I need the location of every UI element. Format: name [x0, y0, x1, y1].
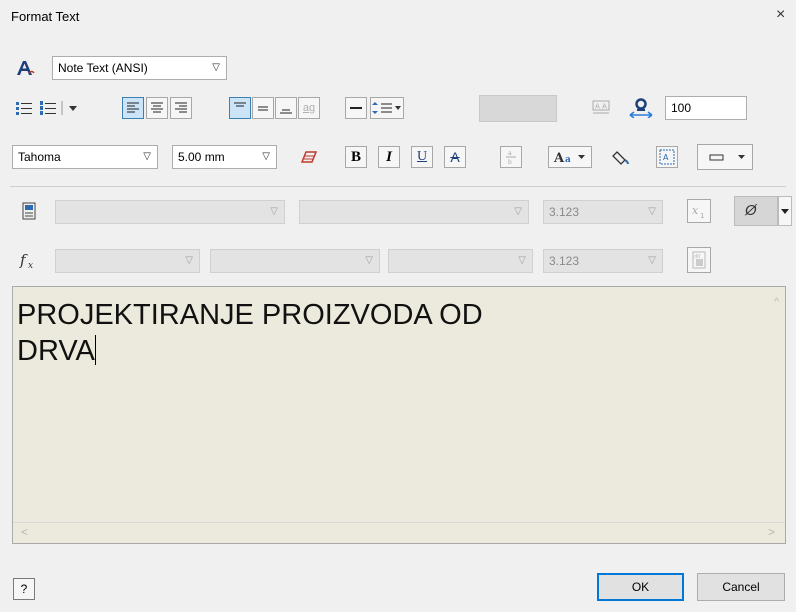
bullet-list-icon[interactable] — [13, 97, 35, 119]
function-select-1[interactable]: ▽ — [55, 249, 200, 273]
font-select[interactable]: Tahoma ▽ — [12, 145, 158, 169]
separator — [10, 186, 786, 187]
svg-text:a: a — [565, 155, 571, 165]
chevron-down-icon: ▽ — [262, 151, 270, 162]
editor-text[interactable]: PROJEKTIRANJE PROIZVODA OD DRVA — [17, 297, 483, 369]
stack-button[interactable]: ag — [298, 97, 320, 119]
chevron-down-icon: ▽ — [648, 206, 656, 217]
function-select-2[interactable]: ▽ — [210, 249, 380, 273]
svg-text:b: b — [508, 159, 512, 165]
align-right-button[interactable] — [170, 97, 192, 119]
svg-text:A: A — [553, 151, 565, 165]
text-style-select[interactable]: Note Text (ANSI) ▽ — [52, 56, 227, 80]
font-size-select[interactable]: 5.00 mm ▽ — [172, 145, 277, 169]
width-input-value: 100 — [671, 101, 692, 115]
text-color-icon[interactable] — [298, 146, 320, 168]
line-spacing-button[interactable] — [370, 97, 404, 119]
precision-value: 3.123 — [549, 205, 580, 219]
text-caret — [94, 335, 96, 365]
align-center-button[interactable] — [146, 97, 168, 119]
text-frame-icon[interactable]: A — [656, 146, 678, 168]
strikethrough-button[interactable]: A — [444, 146, 466, 168]
help-button[interactable]: ? — [13, 578, 35, 600]
svg-text:d0: d0 — [694, 254, 700, 260]
chevron-down-icon: ▽ — [365, 255, 373, 266]
text-editor[interactable]: PROJEKTIRANJE PROIZVODA OD DRVA ^ < > — [12, 286, 786, 544]
line-weight-button[interactable] — [345, 97, 367, 119]
svg-text:A A: A A — [595, 103, 607, 111]
symbol-button[interactable]: Ø — [734, 196, 778, 226]
color-swatch[interactable] — [479, 95, 557, 122]
text-style-value: Note Text (ANSI) — [58, 61, 148, 75]
insert-parameter-button[interactable]: x1 — [687, 199, 711, 223]
function-precision-select[interactable]: 3.123 ▽ — [543, 249, 663, 273]
function-icon: fx — [18, 250, 40, 272]
symbol-dropdown-arrow[interactable] — [778, 196, 792, 226]
chevron-down-icon: ▽ — [143, 151, 151, 162]
chevron-down-icon: ▽ — [518, 255, 526, 266]
font-value: Tahoma — [18, 150, 61, 164]
underline-button[interactable]: U — [411, 146, 433, 168]
scroll-left-icon[interactable]: < — [21, 525, 28, 539]
width-factor-icon: A A — [590, 97, 612, 119]
cancel-button[interactable]: Cancel — [697, 573, 785, 601]
bold-button[interactable]: B — [345, 146, 367, 168]
chevron-down-icon: ▽ — [648, 255, 656, 266]
ok-button[interactable]: OK — [597, 573, 684, 601]
editor-line: DRVA — [17, 335, 95, 367]
editor-line: PROJEKTIRANJE PROIZVODA OD — [17, 299, 483, 331]
chevron-down-icon: ▽ — [270, 206, 278, 217]
valign-top-button[interactable] — [229, 97, 251, 119]
svg-text:x: x — [28, 261, 33, 270]
precision-select[interactable]: 3.123 ▽ — [543, 200, 663, 224]
numbered-list-button[interactable] — [38, 97, 86, 119]
valign-bottom-button[interactable] — [275, 97, 297, 119]
horizontal-scrollbar[interactable]: < > — [13, 522, 785, 543]
insert-function-button[interactable]: d0 — [687, 247, 711, 273]
parameter-select[interactable]: ▽ — [299, 200, 529, 224]
font-size-value: 5.00 mm — [178, 150, 225, 164]
align-left-button[interactable] — [122, 97, 144, 119]
text-style-icon — [14, 57, 36, 79]
tracking-icon — [628, 97, 654, 119]
svg-text:a: a — [508, 150, 512, 157]
chevron-down-icon: ▽ — [514, 206, 522, 217]
italic-button[interactable]: I — [378, 146, 400, 168]
width-input[interactable]: 100 — [665, 96, 747, 120]
valign-middle-button[interactable] — [252, 97, 274, 119]
insert-symbol-dropdown[interactable] — [697, 144, 753, 170]
svg-text:f: f — [19, 252, 28, 269]
scroll-right-icon[interactable]: > — [768, 525, 775, 539]
function-precision-value: 3.123 — [549, 254, 580, 268]
close-button[interactable]: × — [776, 6, 785, 24]
svg-text:A: A — [663, 153, 669, 162]
text-case-button[interactable]: Aa — [548, 146, 592, 168]
chevron-down-icon: ▽ — [212, 62, 220, 73]
dialog-title: Format Text — [11, 9, 80, 24]
svg-text:1: 1 — [700, 212, 704, 219]
chevron-down-icon: ▽ — [185, 255, 193, 266]
scroll-up-icon[interactable]: ^ — [774, 297, 779, 308]
svg-text:x: x — [692, 204, 699, 217]
component-select[interactable]: ▽ — [55, 200, 285, 224]
background-mask-icon[interactable] — [610, 146, 632, 168]
fraction-icon[interactable]: ab — [500, 146, 522, 168]
parameter-icon — [18, 200, 40, 222]
function-select-3[interactable]: ▽ — [388, 249, 533, 273]
